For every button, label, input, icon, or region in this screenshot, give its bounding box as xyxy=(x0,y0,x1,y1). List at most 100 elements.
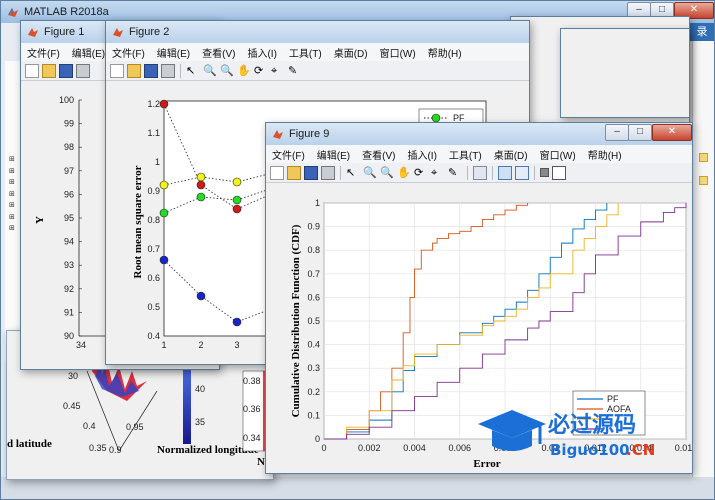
figure2-menu-view[interactable]: 查看(V) xyxy=(196,45,241,60)
figure1-ylabel: Y xyxy=(34,216,46,224)
data-cursor-icon[interactable]: ⌖ xyxy=(271,64,285,78)
figure2-ylabel: Root mean square error xyxy=(132,165,144,278)
dock-icon[interactable] xyxy=(552,165,566,180)
open-folder-icon[interactable] xyxy=(42,63,56,78)
figure1-ytick-90: 90 xyxy=(64,331,74,341)
figure1-xtick: 34 xyxy=(76,340,86,350)
figure2-xtick-2: 2 xyxy=(198,340,203,350)
figure2-ytick-0.6: 0.6 xyxy=(147,273,160,283)
graduation-cap-icon: 必过源码 Biguo100 .CN xyxy=(478,410,655,459)
figure2-menu-file[interactable]: 文件(F) xyxy=(106,45,151,60)
figure9-menu-help[interactable]: 帮助(H) xyxy=(582,147,628,162)
warning-icon-2 xyxy=(699,176,708,185)
figure-icon xyxy=(28,28,38,37)
data-cursor-icon[interactable]: ⌖ xyxy=(431,166,445,180)
rotate-icon[interactable]: ⟳ xyxy=(414,166,428,180)
zoom-out-icon[interactable]: 🔍 xyxy=(220,64,234,78)
matlab-right-panel xyxy=(692,41,714,481)
zoom-out-icon[interactable]: 🔍 xyxy=(380,166,394,180)
hide-tools-icon[interactable] xyxy=(540,168,549,177)
tick-3d-095: 0.95 xyxy=(126,422,144,432)
tick-3d-30: 30 xyxy=(68,371,78,381)
right-tick-036: 0.36 xyxy=(243,404,261,414)
colorbar xyxy=(183,366,191,444)
figure2-ytick-0.9: 0.9 xyxy=(147,186,160,196)
pan-icon[interactable]: ✋ xyxy=(397,166,411,180)
figure9-menu-edit[interactable]: 编辑(E) xyxy=(311,147,356,162)
figure2-menu-edit[interactable]: 编辑(E) xyxy=(151,45,196,60)
link-plot-icon[interactable] xyxy=(473,165,487,180)
colorbar-icon[interactable] xyxy=(498,165,512,180)
zoom-in-icon[interactable]: 🔍 xyxy=(203,64,217,78)
matlab-right-tab[interactable]: 录 xyxy=(690,23,714,41)
toolbar-separator xyxy=(180,63,181,78)
right-tick-034: 0.34 xyxy=(243,433,261,443)
open-folder-icon[interactable] xyxy=(287,165,301,180)
zoom-in-icon[interactable]: 🔍 xyxy=(363,166,377,180)
new-file-icon[interactable] xyxy=(110,63,124,78)
matlab-logo-icon xyxy=(8,8,18,17)
open-folder-icon[interactable] xyxy=(127,63,141,78)
figure2-menu-insert[interactable]: 插入(I) xyxy=(241,45,282,60)
cdf-ytick-0.6: 0.6 xyxy=(307,292,320,302)
right-tick-038: 0.38 xyxy=(243,376,261,386)
colorbar-tick-40: 40 xyxy=(195,384,205,394)
partial-n-label: N xyxy=(257,456,265,468)
brush-icon[interactable]: ✎ xyxy=(448,166,462,180)
figure9-menu-insert[interactable]: 插入(I) xyxy=(401,147,442,162)
latitude-label: d latitude xyxy=(7,438,52,450)
figure1-ytick-99: 99 xyxy=(64,119,74,129)
pointer-icon[interactable]: ↖ xyxy=(346,166,360,180)
figure2-ytick-1.1: 1.1 xyxy=(147,128,160,138)
figure1-ytick-92: 92 xyxy=(64,284,74,294)
figure-icon xyxy=(273,130,283,139)
cdf-ytick-0.7: 0.7 xyxy=(307,269,320,279)
cdf-ytick-0.5: 0.5 xyxy=(307,316,320,326)
cdf-ytick-0: 0 xyxy=(315,434,320,444)
rotate-icon[interactable]: ⟳ xyxy=(254,64,268,78)
figure9-maximize-button[interactable]: □ xyxy=(628,124,652,141)
figure9-close-button[interactable]: ✕ xyxy=(652,124,692,141)
figure2-titlebar[interactable]: Figure 2 xyxy=(106,21,529,43)
figure2-menu-tools[interactable]: 工具(T) xyxy=(283,45,328,60)
figure9-menu-tools[interactable]: 工具(T) xyxy=(443,147,488,162)
desktop: MATLAB R2018a – □ ✕ 录 ⊞ ⊞ ⊞ ⊞ ⊞ ⊞ ⊞ 30 0.45 0.… xyxy=(0,0,715,500)
figure2-ytick-0.8: 0.8 xyxy=(147,215,160,225)
legend-icon[interactable] xyxy=(515,165,529,180)
figure9-menu-view[interactable]: 查看(V) xyxy=(356,147,401,162)
toolbar-separator xyxy=(492,165,493,180)
cdf-ytick-0.4: 0.4 xyxy=(307,340,320,350)
figure9-minimize-button[interactable]: – xyxy=(605,124,629,141)
cdf-xtick-0: 0 xyxy=(321,443,326,453)
figure2-xtick-1: 1 xyxy=(161,340,166,350)
toolbar-separator xyxy=(467,165,468,180)
figure2-menu-help[interactable]: 帮助(H) xyxy=(422,45,468,60)
watermark-brand-cn: 必过源码 xyxy=(548,412,636,438)
figure2-menu-desktop[interactable]: 桌面(D) xyxy=(328,45,374,60)
figure1-menu-file[interactable]: 文件(F) xyxy=(21,45,66,60)
tick-3d-045: 0.45 xyxy=(63,401,81,411)
background-figure-window-b xyxy=(560,28,690,118)
save-icon[interactable] xyxy=(304,165,318,180)
brush-icon[interactable]: ✎ xyxy=(288,64,302,78)
figure1-ytick-95: 95 xyxy=(64,213,74,223)
figure9-menu-window[interactable]: 窗口(W) xyxy=(534,147,582,162)
figure9-menu-file[interactable]: 文件(F) xyxy=(266,147,311,162)
print-icon[interactable] xyxy=(161,63,175,78)
cdf-ytick-1: 1 xyxy=(315,198,320,208)
figure2-title: Figure 2 xyxy=(129,26,170,38)
figure1-ytick-94: 94 xyxy=(64,237,74,247)
print-icon[interactable] xyxy=(321,165,335,180)
figure-icon xyxy=(113,28,123,37)
figure1-ytick-93: 93 xyxy=(64,260,74,270)
figure9-menu-desktop[interactable]: 桌面(D) xyxy=(488,147,534,162)
print-icon[interactable] xyxy=(76,63,90,78)
pointer-icon[interactable]: ↖ xyxy=(186,64,200,78)
new-file-icon[interactable] xyxy=(25,63,39,78)
new-file-icon[interactable] xyxy=(270,165,284,180)
cdf-ytick-0.8: 0.8 xyxy=(307,245,320,255)
save-icon[interactable] xyxy=(59,63,73,78)
pan-icon[interactable]: ✋ xyxy=(237,64,251,78)
save-icon[interactable] xyxy=(144,63,158,78)
figure2-menu-window[interactable]: 窗口(W) xyxy=(374,45,422,60)
